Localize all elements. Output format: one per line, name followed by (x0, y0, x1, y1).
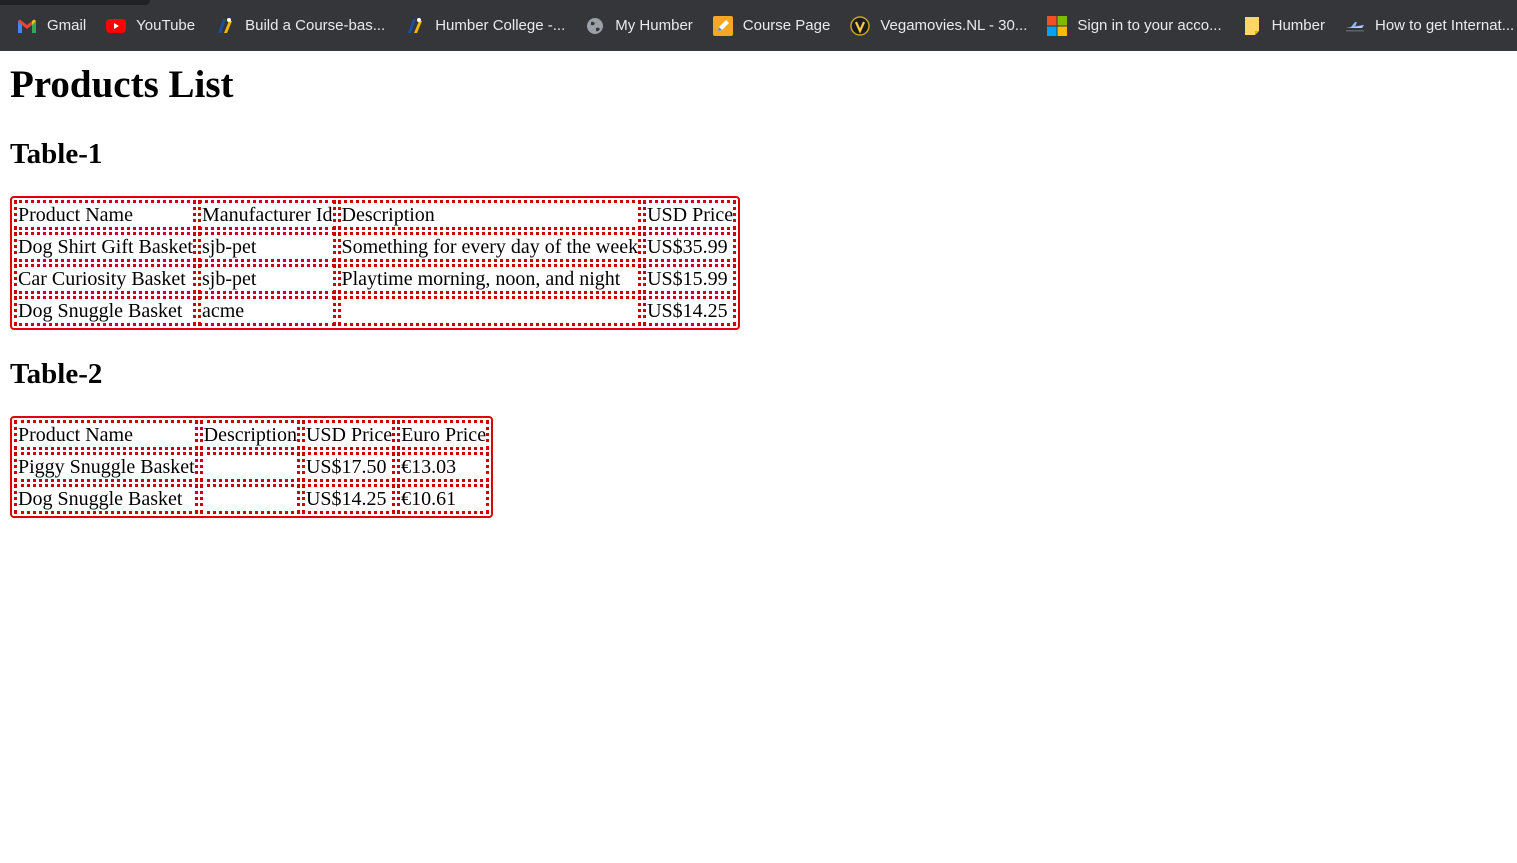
youtube-icon (106, 16, 127, 36)
table-cell: €13.03 (397, 452, 490, 482)
bookmark-label: Humber College -... (435, 17, 566, 34)
table-row: Dog Shirt Gift Basket sjb-pet Something … (14, 232, 737, 262)
table-cell: US$15.99 (643, 264, 737, 294)
table-cell: Dog Snuggle Basket (14, 484, 198, 514)
table-cell: €10.61 (397, 484, 490, 514)
table-row: Dog Snuggle Basket US$14.25 €10.61 (14, 484, 490, 514)
vegamovies-icon (850, 15, 871, 36)
bookmark-label: Build a Course-bas... (245, 17, 386, 34)
table-header-row: Product Name Manufacturer Id Description… (14, 200, 737, 230)
table-cell (199, 452, 300, 482)
table-row: Dog Snuggle Basket acme US$14.25 (14, 296, 737, 326)
table-cell: sjb-pet (198, 232, 336, 262)
microsoft-icon (1047, 15, 1068, 36)
page-title: Products List (10, 63, 234, 106)
table-cell: Car Curiosity Basket (14, 264, 196, 294)
bookmarks-bar: Gmail YouTube Build a Course-bas... Humb… (0, 0, 1517, 51)
bookmark-microsoft-signin[interactable]: Sign in to your acco... (1047, 12, 1222, 40)
table-cell (199, 484, 300, 514)
header-cell: Product Name (14, 200, 196, 230)
table-cell: US$14.25 (643, 296, 737, 326)
humber-logo-icon (405, 16, 425, 36)
table-2-heading: Table-2 (10, 358, 103, 390)
table-cell: Something for every day of the week (337, 232, 642, 262)
bookmark-how-to-get[interactable]: How to get Internat... (1345, 12, 1514, 40)
table-cell: US$14.25 (301, 484, 396, 514)
bookmark-youtube[interactable]: YouTube (106, 12, 195, 40)
header-cell: Euro Price (397, 420, 490, 450)
bookmark-humber[interactable]: Humber (1242, 12, 1325, 40)
bookmark-course-page[interactable]: Course Page (712, 12, 831, 40)
header-cell: Description (199, 420, 300, 450)
table-row: Piggy Snuggle Basket US$17.50 €13.03 (14, 452, 490, 482)
plane-icon (1345, 16, 1365, 36)
table-cell: Dog Snuggle Basket (14, 296, 196, 326)
table-cell: US$17.50 (301, 452, 396, 482)
header-cell: USD Price (643, 200, 737, 230)
bookmark-label: Vegamovies.NL - 30... (880, 17, 1028, 34)
table-1-heading: Table-1 (10, 138, 103, 170)
products-table-2: Product Name Description USD Price Euro … (10, 416, 494, 518)
pencil-icon (712, 15, 733, 36)
table-cell: acme (198, 296, 336, 326)
table-cell: sjb-pet (198, 264, 336, 294)
table-row: Car Curiosity Basket sjb-pet Playtime mo… (14, 264, 737, 294)
globe-icon (585, 16, 605, 36)
bookmark-humber-college[interactable]: Humber College -... (405, 12, 565, 40)
bookmark-vegamovies[interactable]: Vegamovies.NL - 30... (850, 12, 1027, 40)
bookmark-label: Course Page (742, 17, 831, 34)
products-table-1: Product Name Manufacturer Id Description… (10, 196, 741, 330)
gmail-icon (17, 16, 37, 36)
bookmark-label: Sign in to your acco... (1077, 17, 1222, 34)
header-cell: Description (337, 200, 642, 230)
bookmark-label: Humber (1271, 17, 1325, 34)
table-cell: US$35.99 (643, 232, 737, 262)
header-cell: USD Price (301, 420, 396, 450)
table-cell (337, 296, 642, 326)
table-cell: Playtime morning, noon, and night (337, 264, 642, 294)
header-cell: Manufacturer Id (198, 200, 336, 230)
bookmark-my-humber[interactable]: My Humber (585, 12, 693, 40)
note-icon (1242, 16, 1262, 36)
table-cell: Dog Shirt Gift Basket (14, 232, 196, 262)
header-cell: Product Name (14, 420, 198, 450)
bookmark-label: My Humber (615, 17, 693, 34)
bookmark-label: Gmail (47, 17, 87, 34)
table-header-row: Product Name Description USD Price Euro … (14, 420, 490, 450)
bookmark-gmail[interactable]: Gmail (17, 12, 86, 40)
bookmark-label: YouTube (136, 17, 196, 34)
table-cell: Piggy Snuggle Basket (14, 452, 198, 482)
humber-logo-icon (215, 16, 235, 36)
bookmark-build-course[interactable]: Build a Course-bas... (215, 12, 385, 40)
bookmark-label: How to get Internat... (1374, 17, 1515, 34)
page-content: Products List Table-1 Product Name Manuf… (10, 51, 741, 518)
